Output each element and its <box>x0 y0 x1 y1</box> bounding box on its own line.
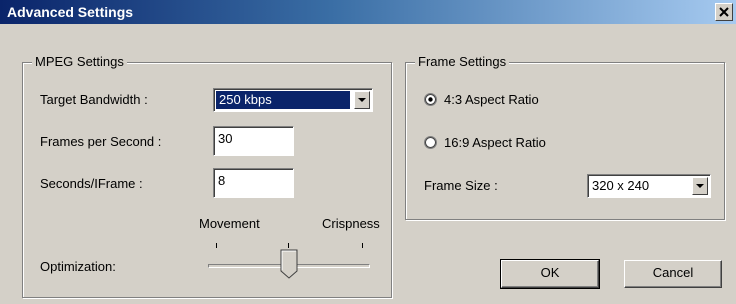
frame-size-value: 320 x 240 <box>592 178 650 193</box>
seconds-iframe-input[interactable]: 8 <box>213 168 294 198</box>
seconds-iframe-value: 8 <box>218 173 226 188</box>
frame-size-label: Frame Size : <box>424 178 498 193</box>
aspect-4-3-radio[interactable] <box>424 93 437 106</box>
target-bandwidth-dropdown-button[interactable] <box>354 91 370 109</box>
target-bandwidth-label: Target Bandwidth : <box>40 92 148 107</box>
aspect-16-9-label[interactable]: 16:9 Aspect Ratio <box>444 135 546 151</box>
chevron-down-icon <box>358 98 366 102</box>
target-bandwidth-value: 250 kbps <box>216 91 350 109</box>
seconds-iframe-label: Seconds/IFrame : <box>40 176 143 191</box>
frame-size-dropdown[interactable]: 320 x 240 <box>587 174 711 198</box>
fps-value: 30 <box>218 131 233 146</box>
optimization-label: Optimization: <box>40 259 116 274</box>
close-button[interactable] <box>715 3 733 21</box>
chevron-down-icon <box>696 184 704 188</box>
close-icon <box>719 7 729 17</box>
optimization-slider-thumb[interactable] <box>280 249 298 282</box>
mpeg-settings-legend: MPEG Settings <box>32 54 127 70</box>
window-title: Advanced Settings <box>7 4 134 20</box>
ok-button[interactable]: OK <box>500 259 600 289</box>
aspect-4-3-label[interactable]: 4:3 Aspect Ratio <box>444 92 539 108</box>
title-bar: Advanced Settings <box>0 0 736 24</box>
crispness-label: Crispness <box>322 216 380 231</box>
slider-tick-middle <box>288 243 289 248</box>
aspect-16-9-radio[interactable] <box>424 136 437 149</box>
frame-size-dropdown-button[interactable] <box>692 177 708 195</box>
target-bandwidth-dropdown[interactable]: 250 kbps <box>213 88 373 112</box>
cancel-button[interactable]: Cancel <box>624 260 722 288</box>
frame-settings-legend: Frame Settings <box>415 54 510 70</box>
slider-tick-right <box>362 243 363 248</box>
slider-tick-left <box>216 243 217 248</box>
movement-label: Movement <box>199 216 260 231</box>
fps-input[interactable]: 30 <box>213 126 294 156</box>
fps-label: Frames per Second : <box>40 134 162 149</box>
